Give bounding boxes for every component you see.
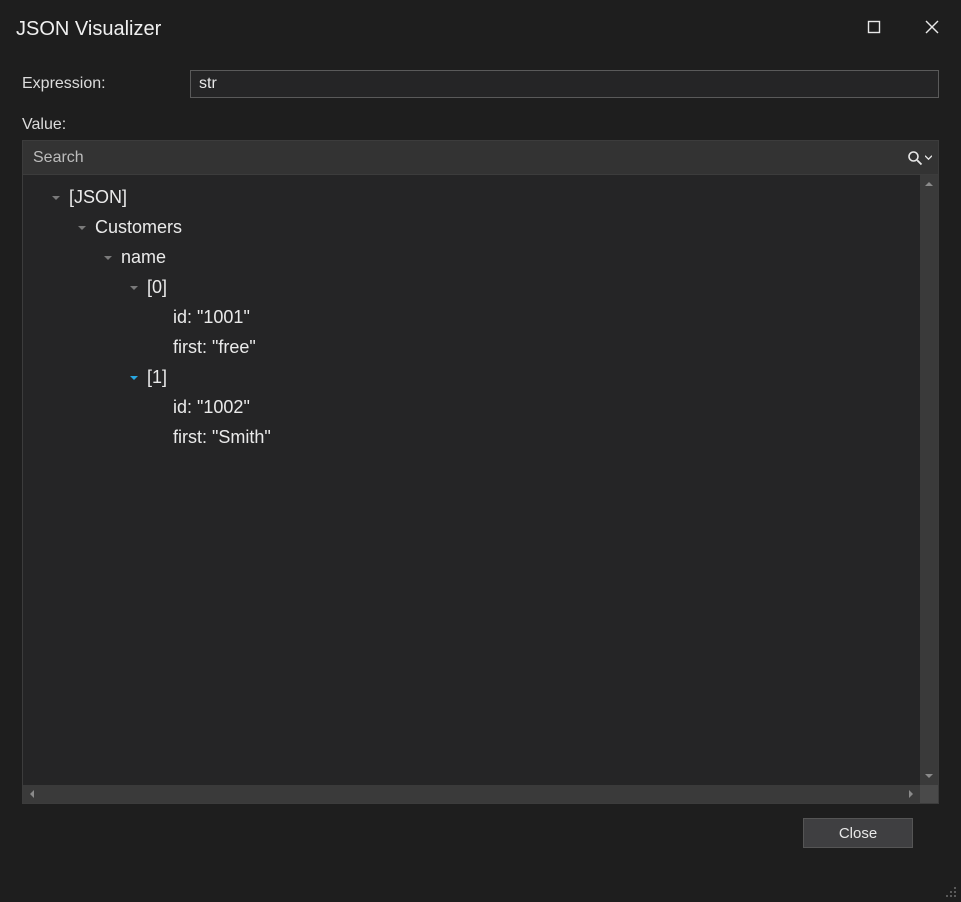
value-panel: [JSON] Customers name [0] [22, 140, 939, 804]
chevron-down-icon[interactable] [101, 251, 115, 265]
scroll-down-arrow[interactable] [920, 767, 938, 785]
tree-leaf-label: first: "free" [173, 333, 256, 363]
tree-leaf-first-0[interactable]: first: "free" [23, 333, 920, 363]
window-title: JSON Visualizer [16, 14, 845, 41]
close-window-button[interactable] [903, 0, 961, 54]
chevron-down-icon[interactable] [75, 221, 89, 235]
search-row [23, 141, 938, 175]
tree-node-customers[interactable]: Customers [23, 213, 920, 243]
tree-node-label: [1] [147, 363, 167, 393]
resize-grip[interactable] [941, 882, 957, 898]
expression-input[interactable] [190, 70, 939, 98]
tree-node-name[interactable]: name [23, 243, 920, 273]
window-controls [845, 0, 961, 54]
tree-node-index-0[interactable]: [0] [23, 273, 920, 303]
expression-row: Expression: [22, 70, 939, 98]
expression-label: Expression: [22, 75, 182, 93]
scroll-right-arrow[interactable] [902, 785, 920, 803]
tree-leaf-label: id: "1002" [173, 393, 250, 423]
tree-leaf-first-1[interactable]: first: "Smith" [23, 423, 920, 453]
close-button[interactable]: Close [803, 818, 913, 848]
scrollbar-corner [920, 785, 938, 803]
maximize-button[interactable] [845, 0, 903, 54]
resize-grip-icon [941, 882, 957, 898]
scroll-up-arrow[interactable] [920, 175, 938, 193]
titlebar: JSON Visualizer [0, 0, 961, 54]
tree-leaf-label: id: "1001" [173, 303, 250, 333]
tree-node-label: [0] [147, 273, 167, 303]
tree-node-root[interactable]: [JSON] [23, 183, 920, 213]
footer: Close [22, 804, 939, 848]
chevron-down-icon[interactable] [49, 191, 63, 205]
chevron-down-icon[interactable] [127, 371, 141, 385]
tree-node-label: [JSON] [69, 183, 127, 213]
search-icon [907, 150, 923, 166]
scroll-left-arrow[interactable] [23, 785, 41, 803]
value-label: Value: [22, 116, 939, 134]
tree-leaf-id-0[interactable]: id: "1001" [23, 303, 920, 333]
chevron-down-icon[interactable] [127, 281, 141, 295]
tree-node-label: Customers [95, 213, 182, 243]
dropdown-caret-icon [925, 154, 932, 161]
tree-leaf-label: first: "Smith" [173, 423, 271, 453]
maximize-icon [867, 20, 881, 34]
tree-view[interactable]: [JSON] Customers name [0] [23, 175, 920, 785]
horizontal-scrollbar[interactable] [23, 785, 938, 803]
search-button[interactable] [900, 141, 938, 174]
tree-node-index-1[interactable]: [1] [23, 363, 920, 393]
close-icon [925, 20, 939, 34]
tree-node-label: name [121, 243, 166, 273]
search-input[interactable] [23, 141, 900, 174]
tree-leaf-id-1[interactable]: id: "1002" [23, 393, 920, 423]
vertical-scrollbar[interactable] [920, 175, 938, 785]
